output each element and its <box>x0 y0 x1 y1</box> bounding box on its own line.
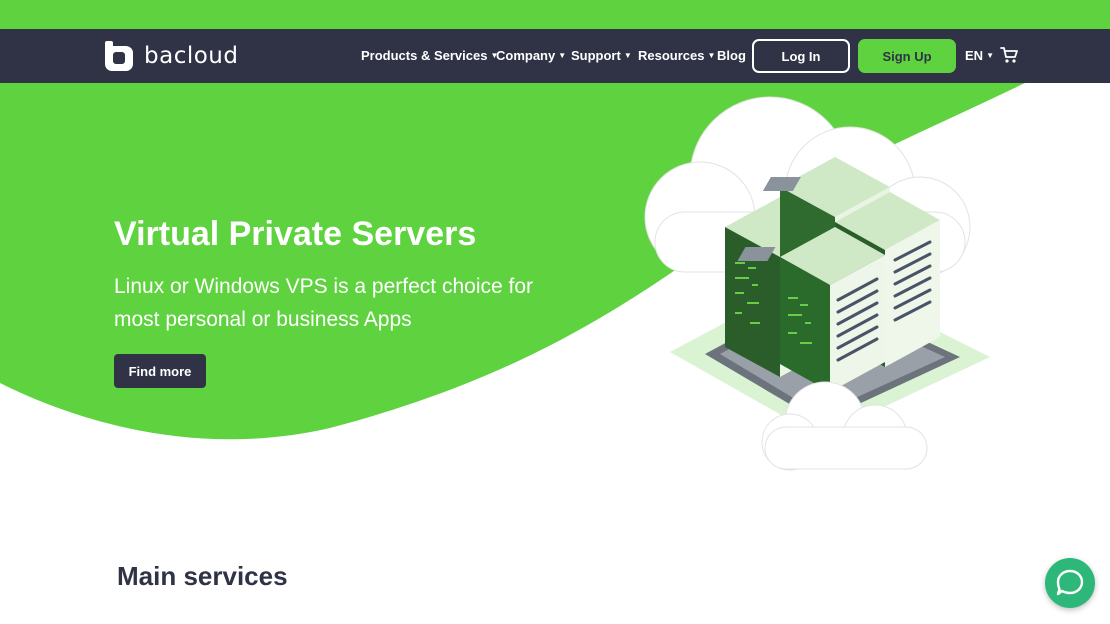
chat-widget-button[interactable] <box>1045 558 1095 608</box>
caret-down-icon: ▼ <box>707 50 716 60</box>
caret-down-icon: ▼ <box>558 50 567 60</box>
hero-subtitle: Linux or Windows VPS is a perfect choice… <box>114 275 534 331</box>
section-title-main-services: Main services <box>117 561 288 591</box>
nav-company[interactable]: Company ▼ <box>496 48 566 63</box>
top-accent-strip <box>0 0 1110 29</box>
b-logo-icon <box>105 41 133 71</box>
brand-name: bacloud <box>144 43 239 69</box>
server-rack-cloud-illustration <box>644 96 990 471</box>
brand-logo[interactable]: bacloud <box>104 39 238 73</box>
language-selector[interactable]: EN ▼ <box>965 48 994 63</box>
main-navbar: bacloud Products & Services ▼ Company ▼ Su… <box>0 29 1110 83</box>
nav-label: Blog <box>717 48 746 63</box>
cart-icon[interactable] <box>1000 46 1018 64</box>
nav-blog[interactable]: Blog <box>717 48 746 63</box>
nav-products-services[interactable]: Products & Services ▼ <box>361 48 498 63</box>
find-more-button[interactable]: Find more <box>114 354 206 388</box>
nav-label: Products & Services <box>361 48 488 63</box>
language-label: EN <box>965 48 984 63</box>
signup-button[interactable]: Sign Up <box>858 39 956 73</box>
caret-down-icon: ▼ <box>623 50 632 60</box>
nav-label: Company <box>496 48 556 63</box>
hero-title: Virtual Private Servers <box>114 215 477 253</box>
login-button[interactable]: Log In <box>752 39 850 73</box>
nav-support[interactable]: Support ▼ <box>571 48 632 63</box>
nav-resources[interactable]: Resources ▼ <box>638 48 715 63</box>
nav-label: Support <box>571 48 621 63</box>
caret-down-icon: ▼ <box>986 50 994 60</box>
chat-bubble-icon <box>1056 569 1084 596</box>
nav-label: Resources <box>638 48 705 63</box>
